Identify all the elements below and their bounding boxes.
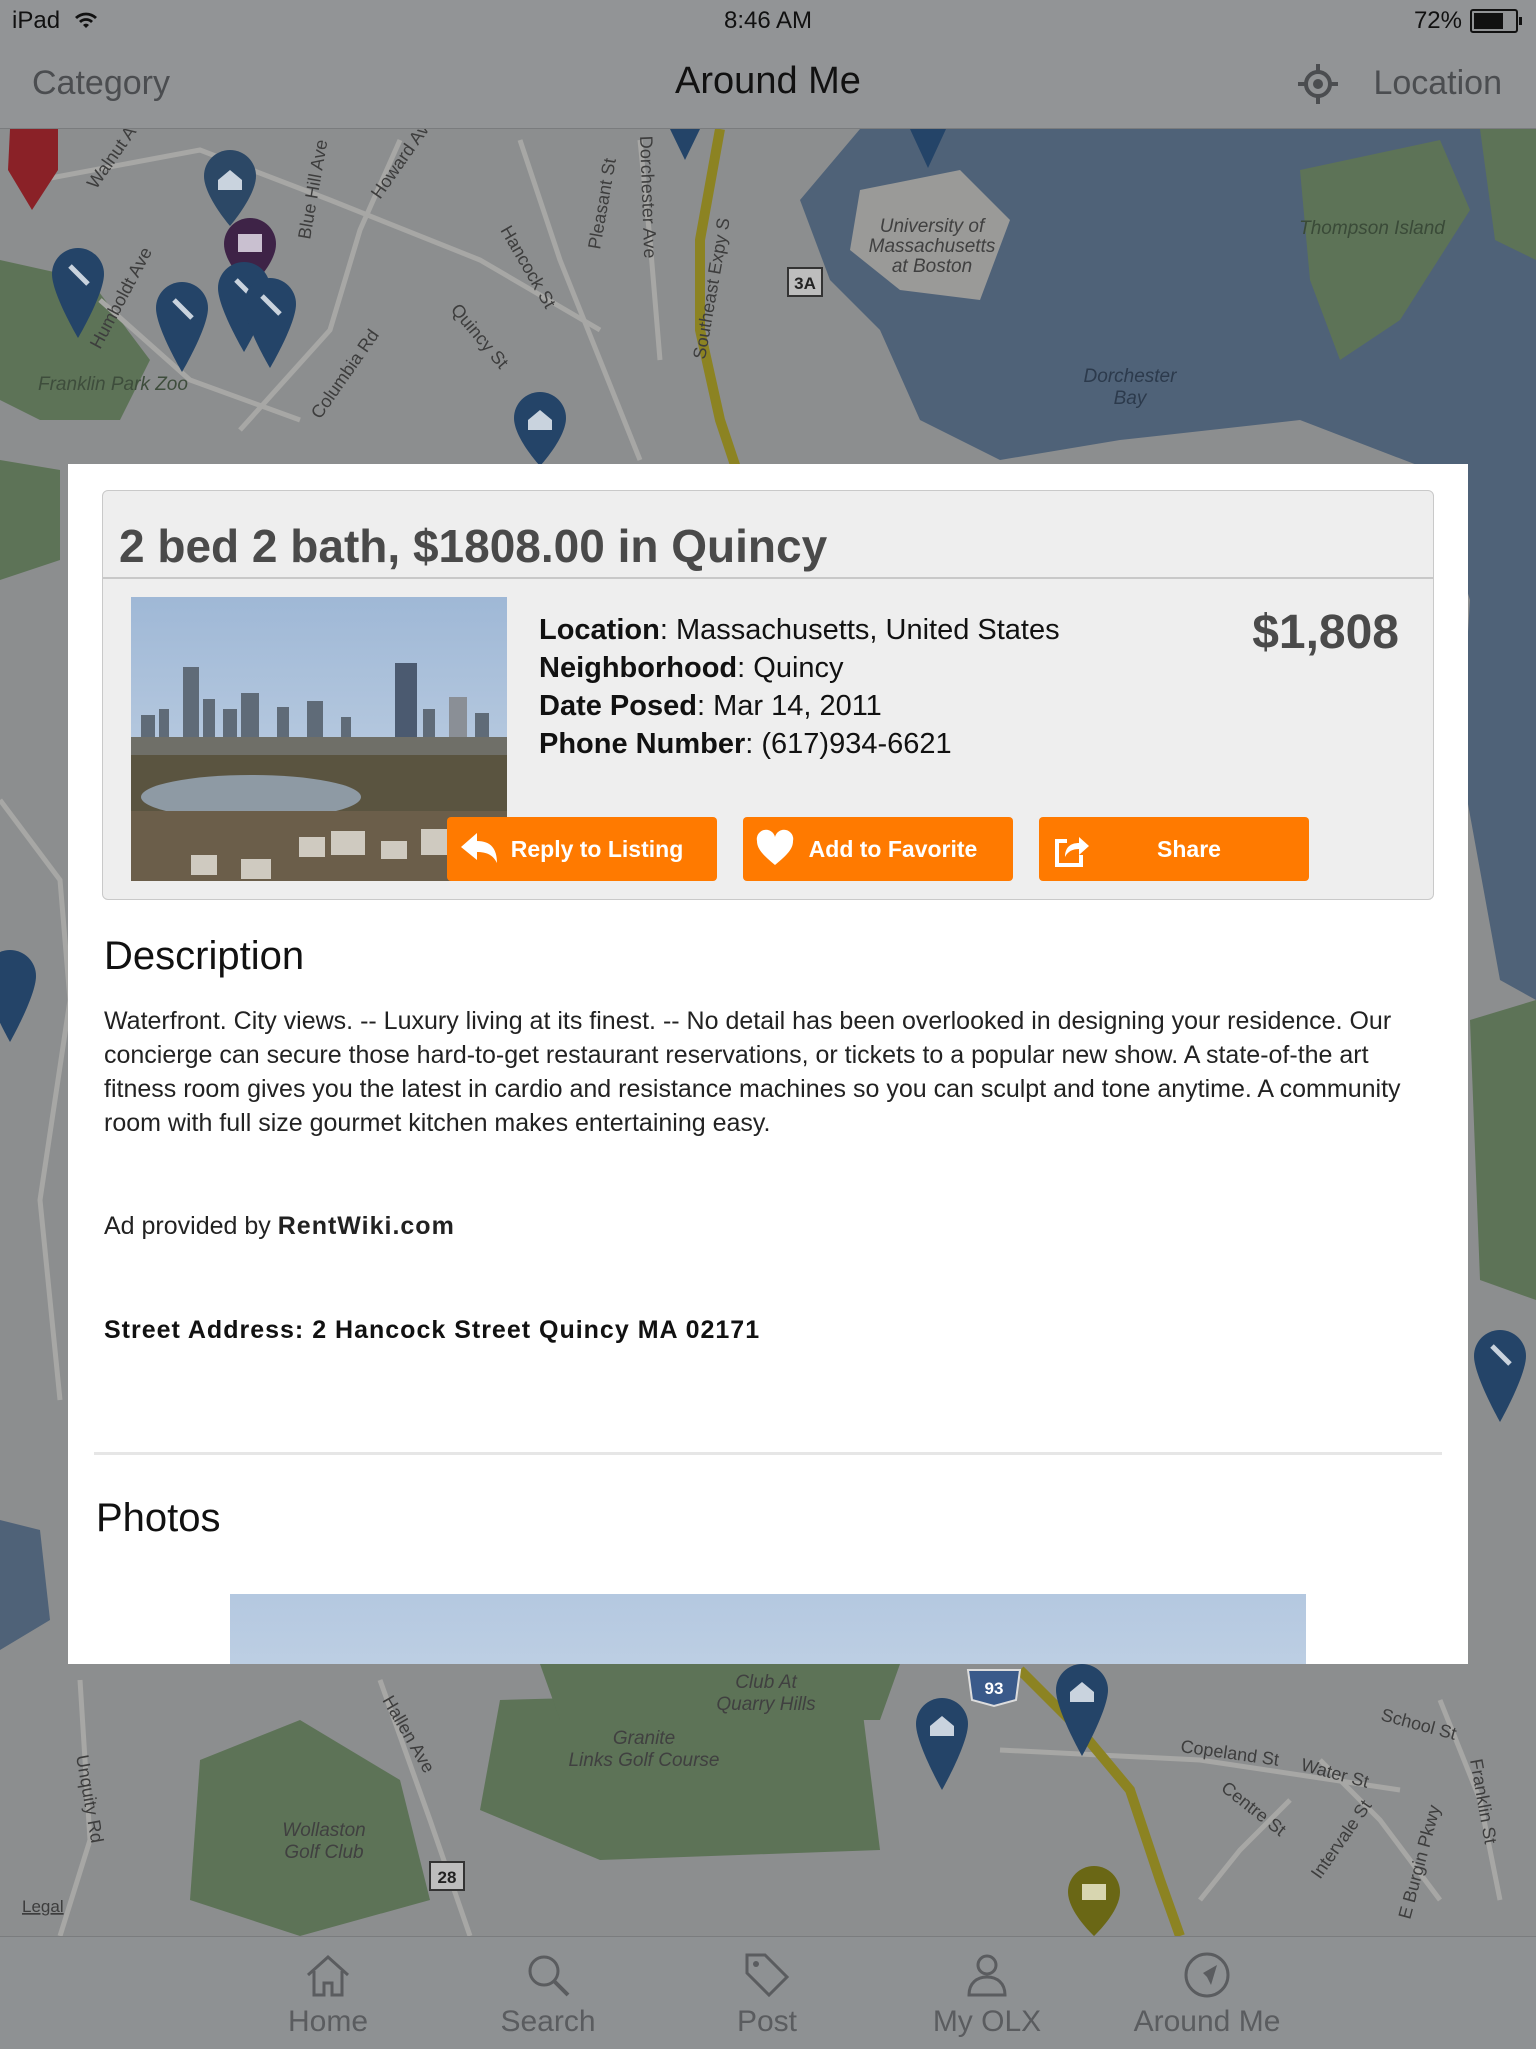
person-icon [967, 1954, 1007, 1997]
phone-label: Phone Number [539, 728, 746, 760]
tab-post[interactable]: Post [682, 1949, 852, 2039]
phone-value[interactable]: (617)934-6621 [761, 728, 951, 760]
share-icon [1055, 837, 1089, 867]
tab-my-olx-label: My OLX [932, 2005, 1042, 2038]
tab-home-label: Home [287, 2005, 369, 2038]
home-icon [306, 1954, 350, 1997]
phone-row: Phone Number: (617)934-6621 [539, 728, 952, 760]
listing-detail-modal: 2 bed 2 bath, $1808.00 in Quincy Locatio… [68, 464, 1468, 1664]
map-label-umass-1: University of [880, 216, 986, 237]
tab-bar: Home Search Post My OLX Around Me [0, 1936, 1536, 2049]
neighborhood-value: Quincy [753, 652, 844, 684]
map-label-dorchester-ave: Dorchester Ave [636, 135, 660, 258]
section-divider [94, 1452, 1442, 1455]
map-label-dorchester-bay-2: Bay [1114, 388, 1148, 409]
route-shield-28: 28 [438, 1868, 457, 1887]
description-title: Description [104, 934, 305, 978]
neighborhood-row: Neighborhood: Quincy [539, 652, 844, 684]
tab-post-label: Post [736, 2005, 798, 2038]
battery-icon [1470, 9, 1522, 33]
map-legal-link[interactable]: Legal [22, 1897, 64, 1916]
ad-provider-source[interactable]: RentWiki.com [278, 1212, 455, 1240]
tab-search[interactable]: Search [463, 1949, 633, 2039]
route-shield-3a: 3A [794, 274, 816, 293]
listing-info: Location: Massachusetts, United States N… [539, 611, 1060, 763]
compass-icon [1184, 1952, 1230, 1998]
listing-price: $1,808 [1252, 606, 1399, 659]
date-value: Mar 14, 2011 [713, 690, 882, 722]
heart-icon [756, 829, 794, 865]
listing-summary-card: 2 bed 2 bath, $1808.00 in Quincy Locatio… [102, 490, 1434, 900]
reply-to-listing-button[interactable]: Reply to Listing [447, 817, 717, 881]
tab-home[interactable]: Home [243, 1949, 413, 2039]
map-label-granite-1: Granite [613, 1728, 675, 1749]
map-label-wollaston-2: Golf Club [284, 1842, 363, 1863]
status-right: 72% [1413, 7, 1522, 35]
clock: 8:46 AM [723, 7, 813, 34]
description-text: Waterfront. City views. -- Luxury living… [104, 1007, 1401, 1137]
neighborhood-label: Neighborhood [539, 652, 738, 684]
map-label-thompson-island: Thompson Island [1299, 218, 1446, 239]
tab-around-me-label: Around Me [1133, 2005, 1281, 2038]
date-row: Date Posed: Mar 14, 2011 [539, 690, 882, 722]
tab-around-me[interactable]: Around Me [1122, 1949, 1292, 2039]
divider [103, 577, 1433, 579]
photos-title: Photos [96, 1496, 221, 1540]
map-label-franklin-park-zoo: Franklin Park Zoo [38, 374, 188, 395]
map-label-wollaston-1: Wollaston [282, 1820, 365, 1841]
location-button[interactable]: Location [1373, 64, 1502, 103]
map-label-links-club-2: Quarry Hills [716, 1694, 816, 1715]
share-button[interactable]: Share [1039, 817, 1309, 881]
reply-icon [461, 833, 497, 863]
location-label: Location [539, 614, 660, 646]
nav-bar: Category Around Me Location [0, 40, 1536, 129]
ad-provider: Ad provided by RentWiki.com [104, 1212, 455, 1241]
listing-photo[interactable] [230, 1594, 1306, 1664]
search-icon [528, 1955, 570, 1997]
battery-percent: 72% [1413, 7, 1462, 34]
tag-icon [745, 1953, 790, 1998]
status-bar: iPad 8:46 AM 72% [0, 0, 1536, 40]
listing-headline: 2 bed 2 bath, $1808.00 in Quincy [119, 520, 828, 572]
map-label-umass-3: at Boston [892, 256, 972, 277]
ad-provider-prefix: Ad provided by [104, 1212, 271, 1240]
battery-fill [1474, 13, 1503, 29]
locate-icon[interactable] [1296, 62, 1340, 106]
location-value: Massachusetts, United States [675, 614, 1060, 646]
map-label-umass-2: Massachusetts [869, 236, 996, 257]
map-label-granite-2: Links Golf Course [568, 1750, 719, 1771]
add-to-favorite-button[interactable]: Add to Favorite [743, 817, 1013, 881]
street-address: Street Address: 2 Hancock Street Quincy … [104, 1316, 761, 1344]
tab-my-olx[interactable]: My OLX [902, 1949, 1072, 2039]
map-label-dorchester-bay-1: Dorchester [1084, 366, 1178, 387]
route-shield-93: 93 [985, 1679, 1004, 1698]
map-label-links-club-1: Club At [735, 1672, 797, 1693]
location-row: Location: Massachusetts, United States [539, 614, 1060, 646]
tab-search-label: Search [500, 2005, 596, 2038]
date-label: Date Posed [539, 690, 697, 722]
